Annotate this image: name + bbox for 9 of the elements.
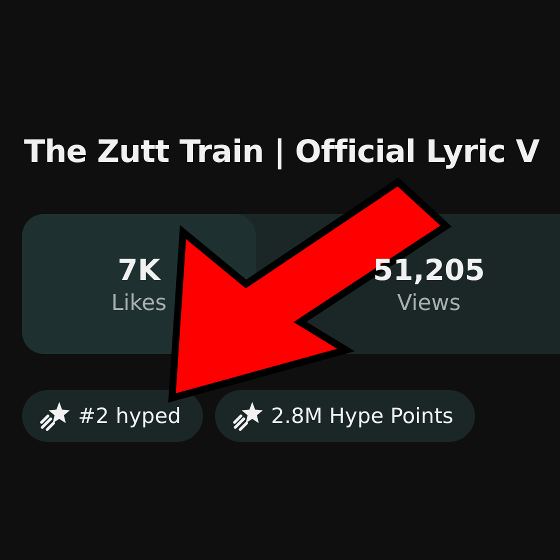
shooting-star-icon bbox=[38, 399, 72, 433]
stat-label: Views bbox=[397, 290, 461, 316]
stat-value: 7K bbox=[118, 252, 160, 286]
stat-value: 51,205 bbox=[372, 252, 485, 286]
hype-chip[interactable]: 2.8M Hype Points bbox=[214, 390, 476, 442]
stat-label: Likes bbox=[111, 290, 167, 316]
shooting-star-icon bbox=[230, 399, 265, 433]
video-title: The Zutt Train | Official Lyric V bbox=[24, 133, 540, 172]
hype-chip[interactable]: #2 hyped bbox=[22, 390, 203, 442]
